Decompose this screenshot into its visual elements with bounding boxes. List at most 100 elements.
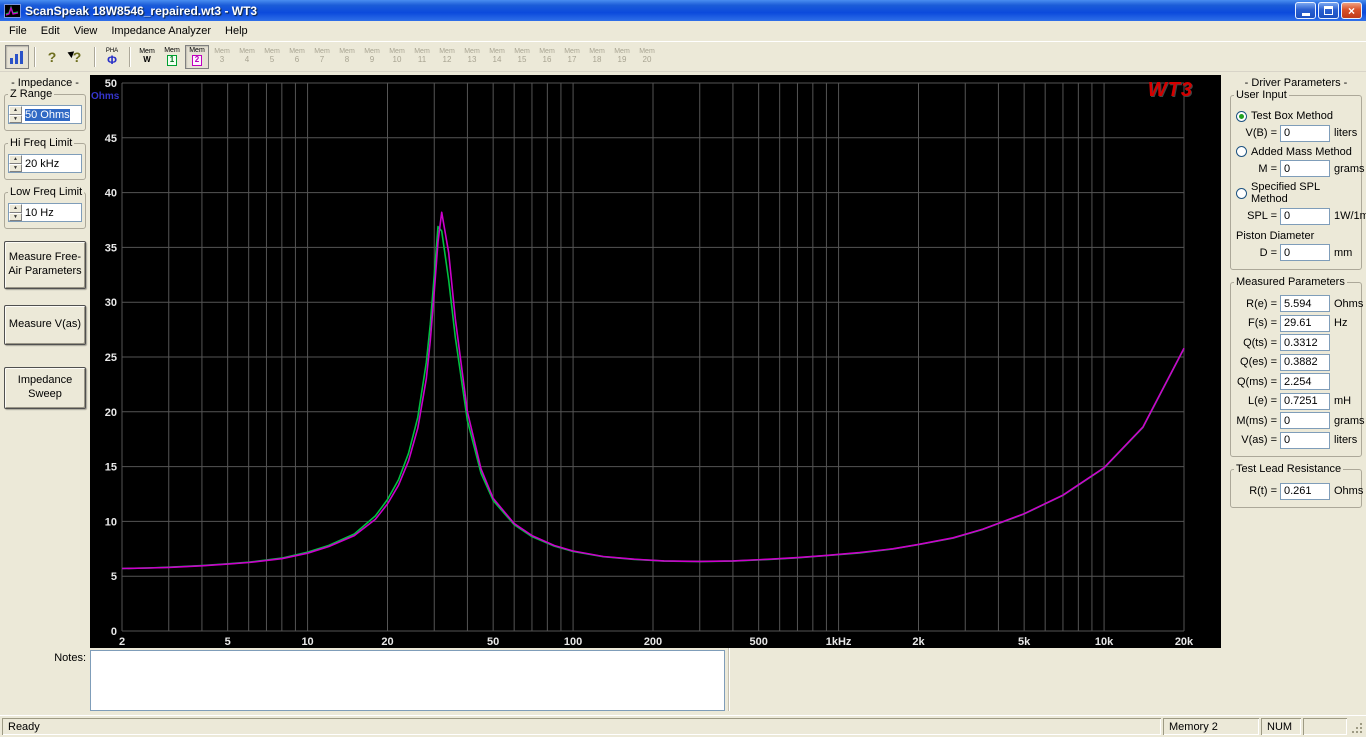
method-option[interactable]: Added Mass Method bbox=[1234, 146, 1358, 158]
param-label: M(ms) = bbox=[1236, 414, 1277, 427]
toolbar-mem-14-button: Mem 14 bbox=[485, 45, 509, 69]
method-label: Specified SPL Method bbox=[1251, 181, 1320, 205]
svg-text:40: 40 bbox=[105, 188, 117, 200]
low-freq-spinner[interactable]: ▲ ▼ bbox=[9, 204, 22, 221]
param-value-field[interactable]: 0 bbox=[1280, 244, 1330, 261]
param-unit: grams bbox=[1334, 162, 1365, 175]
mem-button-number: 20 bbox=[642, 54, 652, 64]
impedance-chart-area: 0 5 10 15 20 25 30 35 40 45 50 Ohms 2 5 10 20 50 100 200 50… bbox=[90, 75, 1221, 648]
toolbar: ? ? PHA Φ Mem W Mem 1 Mem 2 Mem 3 Mem 4 Mem 5 Mem 6 Me… bbox=[0, 42, 1366, 72]
mem-button-number: 7 bbox=[319, 54, 325, 64]
radio-icon[interactable] bbox=[1236, 110, 1247, 122]
radio-icon[interactable] bbox=[1236, 146, 1247, 157]
impedance-panel: - Impedance - Z Range ▲ ▼ 50 Ohms Hi Fre… bbox=[0, 72, 90, 648]
param-label: L(e) = bbox=[1247, 395, 1277, 407]
spin-down-icon[interactable]: ▼ bbox=[9, 114, 22, 123]
param-value-field[interactable]: 0.261 bbox=[1280, 482, 1330, 500]
param-value-field[interactable]: 0.3882 bbox=[1280, 353, 1330, 371]
notes-row: Notes: bbox=[0, 648, 1366, 715]
toolbar-mem-w-button[interactable]: Mem W bbox=[135, 45, 159, 69]
toolbar-mem-9-button: Mem 9 bbox=[360, 45, 384, 69]
hi-freq-field[interactable]: ▲ ▼ 20 kHz bbox=[8, 154, 82, 173]
resize-grip-icon[interactable] bbox=[1349, 718, 1364, 735]
mem-button-number: 16 bbox=[542, 54, 552, 64]
hi-freq-label: Hi Freq Limit bbox=[8, 137, 75, 149]
maximize-button[interactable] bbox=[1318, 2, 1339, 19]
param-value-field[interactable]: 0 bbox=[1280, 431, 1330, 449]
toolbar-mem-13-button: Mem 13 bbox=[460, 45, 484, 69]
menu-edit[interactable]: Edit bbox=[34, 22, 67, 40]
notes-textarea[interactable] bbox=[90, 650, 725, 711]
svg-text:1kHz: 1kHz bbox=[826, 636, 852, 648]
menu-file[interactable]: File bbox=[2, 22, 34, 40]
spin-up-icon[interactable]: ▲ bbox=[9, 155, 22, 164]
toolbar-mem-10-button: Mem 10 bbox=[385, 45, 409, 69]
param-label: R(t) = bbox=[1249, 485, 1277, 497]
param-value-field[interactable]: 0 bbox=[1280, 412, 1330, 429]
param-value-field[interactable]: 29.61 bbox=[1280, 314, 1330, 332]
mem-button-number: 3 bbox=[219, 54, 225, 64]
toolbar-phase-button[interactable]: PHA Φ bbox=[100, 45, 124, 69]
menu-view[interactable]: View bbox=[67, 22, 105, 40]
close-button[interactable]: × bbox=[1341, 2, 1362, 19]
param-row: R(t) = 0.261 Ohms bbox=[1234, 482, 1363, 500]
low-freq-value[interactable]: 10 Hz bbox=[25, 207, 54, 219]
spin-down-icon[interactable]: ▼ bbox=[9, 212, 22, 221]
toolbar-mem-19-button: Mem 19 bbox=[610, 45, 634, 69]
z-range-value[interactable]: 50 Ohms bbox=[25, 108, 70, 121]
spin-down-icon[interactable]: ▼ bbox=[9, 163, 22, 172]
driver-parameters-title: - Driver Parameters - bbox=[1244, 77, 1348, 89]
radio-icon[interactable] bbox=[1236, 187, 1247, 199]
phase-phi-icon: Φ bbox=[107, 52, 117, 67]
param-value-field[interactable]: 2.254 bbox=[1280, 373, 1330, 390]
z-range-spinner[interactable]: ▲ ▼ bbox=[9, 106, 22, 123]
method-option[interactable]: Specified SPL Method bbox=[1234, 181, 1358, 205]
toolbar-help-button[interactable]: ? bbox=[40, 45, 64, 69]
status-bar: Ready Memory 2 NUM bbox=[0, 715, 1366, 737]
chart-icon bbox=[10, 50, 23, 64]
svg-text:2k: 2k bbox=[912, 636, 925, 648]
window-title: ScanSpeak 18W8546_repaired.wt3 - WT3 bbox=[25, 3, 258, 18]
measure-vas-button[interactable]: Measure V(as) bbox=[4, 305, 86, 345]
title-bar: ScanSpeak 18W8546_repaired.wt3 - WT3 × bbox=[0, 0, 1366, 21]
mem-button-number: 5 bbox=[269, 54, 275, 64]
param-value-field[interactable]: 0 bbox=[1280, 207, 1330, 225]
minimize-button[interactable] bbox=[1295, 2, 1316, 19]
test-lead-title: Test Lead Resistance bbox=[1234, 463, 1344, 475]
toolbar-mem-3-button: Mem 3 bbox=[210, 45, 234, 69]
maximize-icon bbox=[1324, 6, 1333, 15]
param-value-field[interactable]: 0.7251 bbox=[1280, 392, 1330, 410]
toolbar-mem-2-button[interactable]: Mem 2 bbox=[185, 44, 209, 69]
toolbar-mem-12-button: Mem 12 bbox=[435, 45, 459, 69]
impedance-sweep-button[interactable]: Impedance Sweep bbox=[4, 367, 86, 409]
toolbar-mem-1-button[interactable]: Mem 1 bbox=[160, 45, 184, 69]
toolbar-context-help-button[interactable]: ? bbox=[65, 45, 89, 69]
toolbar-chart-button[interactable] bbox=[5, 44, 29, 69]
menu-help[interactable]: Help bbox=[218, 22, 255, 40]
param-row: M = 0 grams bbox=[1234, 160, 1365, 177]
svg-text:30: 30 bbox=[105, 297, 117, 309]
piston-diameter-label: Piston Diameter bbox=[1236, 229, 1315, 242]
param-row: L(e) = 0.7251 mH bbox=[1234, 392, 1358, 410]
param-value-field[interactable]: 0.3312 bbox=[1280, 334, 1330, 351]
spin-up-icon[interactable]: ▲ bbox=[9, 106, 22, 115]
hi-freq-spinner[interactable]: ▲ ▼ bbox=[9, 155, 22, 172]
low-freq-field[interactable]: ▲ ▼ 10 Hz bbox=[8, 203, 82, 222]
param-value-field[interactable]: 0 bbox=[1280, 124, 1330, 142]
hi-freq-value[interactable]: 20 kHz bbox=[25, 158, 59, 170]
spin-up-icon[interactable]: ▲ bbox=[9, 204, 22, 213]
toolbar-mem-17-button: Mem 17 bbox=[560, 45, 584, 69]
toolbar-mem-5-button: Mem 5 bbox=[260, 45, 284, 69]
menu-impedance-analyzer[interactable]: Impedance Analyzer bbox=[104, 22, 218, 40]
toolbar-mem-16-button: Mem 16 bbox=[535, 45, 559, 69]
z-range-group: Z Range ▲ ▼ 50 Ohms bbox=[4, 88, 86, 131]
measure-free-air-button[interactable]: Measure Free-Air Parameters bbox=[4, 241, 86, 289]
param-value-field[interactable]: 5.594 bbox=[1280, 295, 1330, 312]
z-range-field[interactable]: ▲ ▼ 50 Ohms bbox=[8, 105, 82, 124]
piston-row-slot: D = 0 mm bbox=[1234, 244, 1358, 261]
notes-divider bbox=[728, 648, 729, 711]
param-unit: mH bbox=[1334, 395, 1352, 407]
method-option[interactable]: Test Box Method bbox=[1234, 110, 1358, 122]
svg-text:10k: 10k bbox=[1095, 636, 1114, 648]
param-value-field[interactable]: 0 bbox=[1280, 160, 1330, 177]
